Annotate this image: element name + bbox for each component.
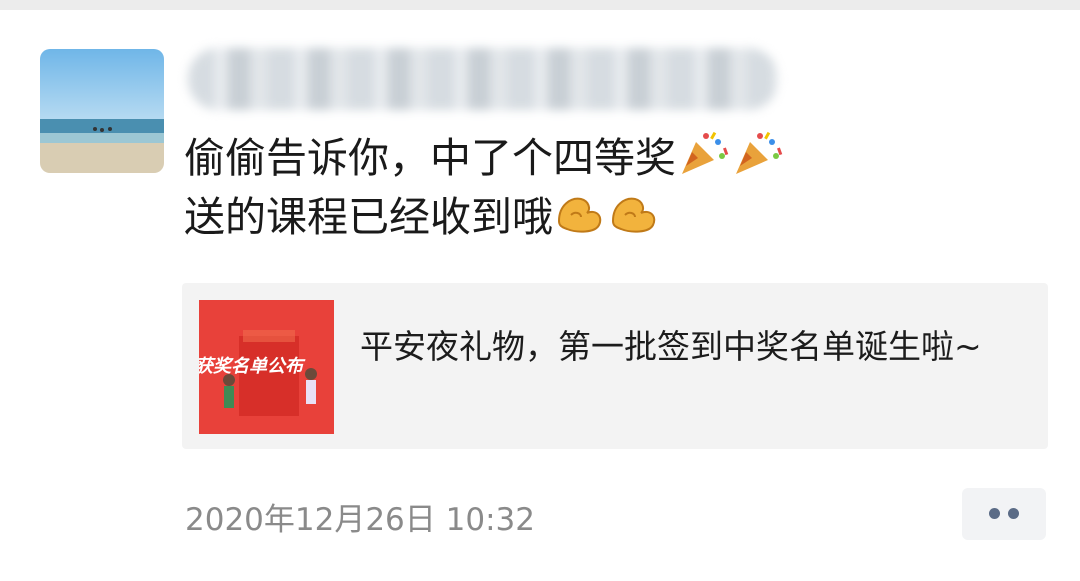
- post-text: 偷偷告诉你，中了个四等奖 送的课程已经收到哦: [184, 128, 1044, 246]
- shared-article-card[interactable]: 获奖名单公布 平安夜礼物，第一批签到中奖名单诞生啦~: [182, 283, 1048, 449]
- blurred-username[interactable]: [188, 48, 778, 110]
- thumbnail-caption: 获奖名单公布: [199, 356, 306, 377]
- thumbnail-graphic: 获奖名单公布: [199, 300, 334, 434]
- avatar[interactable]: [40, 49, 164, 173]
- message-line-1: 偷偷告诉你，中了个四等奖: [184, 128, 1044, 187]
- message-line-2-text: 送的课程已经收到哦: [184, 193, 553, 241]
- party-popper-icon: [736, 131, 783, 174]
- party-popper-icon: [682, 131, 729, 174]
- more-dot-icon: [1008, 508, 1019, 519]
- more-actions-button[interactable]: [962, 488, 1046, 540]
- muscle-icon: [557, 197, 602, 233]
- more-dot-icon: [989, 508, 1000, 519]
- message-line-1-text: 偷偷告诉你，中了个四等奖: [184, 134, 676, 182]
- article-title: 平安夜礼物，第一批签到中奖名单诞生啦~: [360, 327, 982, 366]
- moments-post: 偷偷告诉你，中了个四等奖 送的课程已经收到哦 获奖名单公布 平安夜礼物，第一批签…: [0, 10, 1080, 581]
- article-thumbnail: 获奖名单公布: [199, 300, 334, 434]
- message-line-2: 送的课程已经收到哦: [184, 187, 1044, 246]
- top-divider: [0, 0, 1080, 10]
- post-timestamp: 2020年12月26日 10:32: [185, 502, 535, 538]
- avatar-beach-image: [40, 49, 164, 173]
- muscle-icon: [611, 197, 656, 233]
